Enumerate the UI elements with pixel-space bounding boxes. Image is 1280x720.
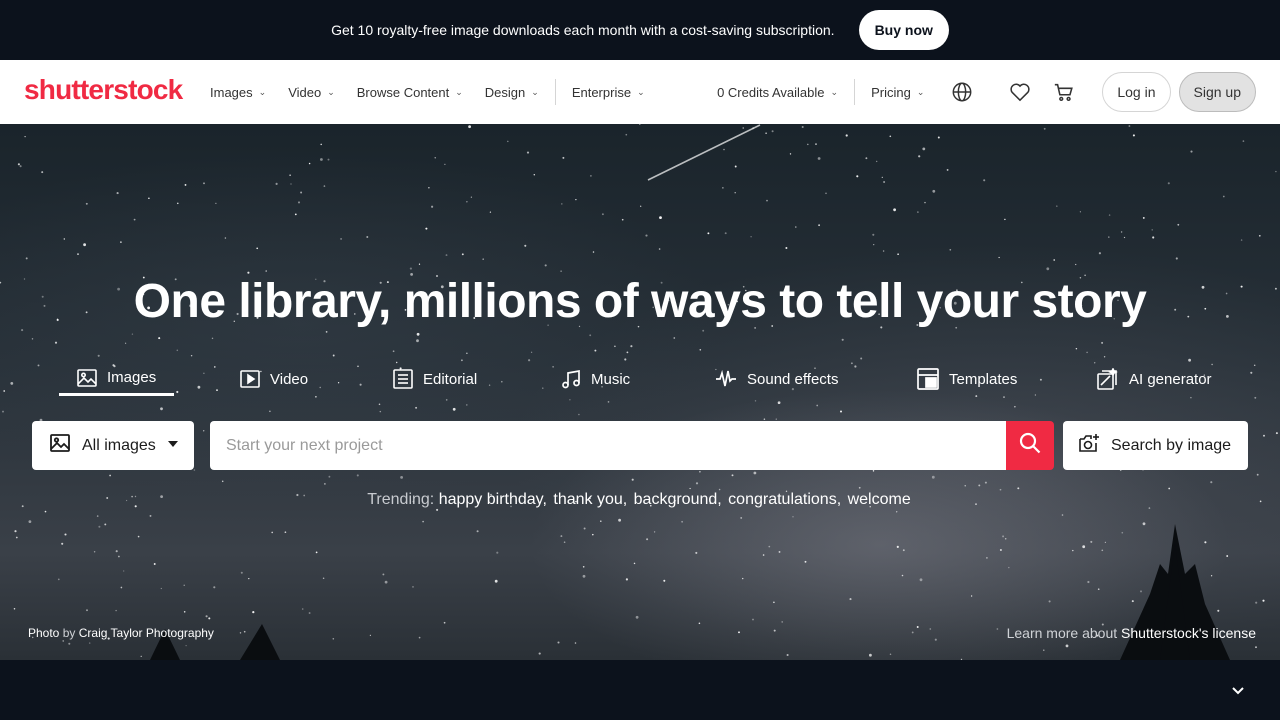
tab-music[interactable]: Music [561, 362, 630, 396]
globe-icon[interactable] [950, 80, 974, 104]
search-button[interactable] [1006, 421, 1054, 470]
tab-video-label: Video [270, 370, 309, 388]
tab-editorial-label: Editorial [423, 370, 478, 388]
promo-text: Get 10 royalty-free image downloads each… [331, 22, 835, 38]
login-button[interactable]: Log in [1102, 72, 1171, 112]
search-type-select[interactable]: All images [32, 421, 194, 470]
nav-images-label: Images [210, 84, 253, 100]
ai-generator-icon [1097, 368, 1119, 390]
photo-credit-prefix: Photo [28, 626, 60, 640]
main-nav: Images ⌄ Video ⌄ Browse Content ⌄ Design… [210, 60, 667, 124]
chevron-down-icon: ⌄ [830, 86, 839, 97]
tab-ai-generator[interactable]: AI generator [1097, 362, 1212, 396]
heart-icon[interactable] [1008, 80, 1032, 104]
nav-divider [554, 79, 556, 105]
chevron-down-icon: ⌄ [916, 86, 925, 97]
chevron-down-icon: ⌄ [531, 86, 539, 97]
image-icon [77, 368, 97, 387]
trending-term[interactable]: welcome [848, 491, 911, 508]
template-icon [917, 368, 939, 390]
search-input[interactable] [210, 421, 1007, 470]
hero-title: One library, millions of ways to tell yo… [133, 275, 1147, 328]
nav-design[interactable]: Design ⌄ [485, 85, 539, 100]
nav-images[interactable]: Images ⌄ [210, 85, 266, 100]
trending-term[interactable]: happy birthday, [439, 491, 547, 508]
search-by-image-label: Search by image [1111, 436, 1232, 454]
chevron-down-icon[interactable] [1230, 683, 1246, 699]
tab-images[interactable]: Images [59, 362, 175, 396]
photo-credit: Photo by Craig Taylor Photography [28, 626, 214, 640]
pricing-label: Pricing [871, 84, 911, 100]
buy-now-button[interactable]: Buy now [858, 10, 949, 50]
tab-templates-label: Templates [949, 370, 1018, 388]
newspaper-icon [393, 369, 413, 389]
camera-plus-icon [1079, 433, 1101, 458]
nav-browse-content[interactable]: Browse Content ⌄ [357, 85, 463, 100]
photo-credit-author[interactable]: Craig Taylor Photography [79, 626, 214, 640]
chevron-down-icon: ⌄ [455, 86, 463, 97]
nav-divider [854, 79, 856, 105]
search-type-label: All images [82, 436, 156, 454]
tab-images-label: Images [107, 369, 157, 386]
tab-music-label: Music [591, 370, 631, 388]
signup-button[interactable]: Sign up [1178, 72, 1256, 112]
trending-searches: Trending: happy birthday, thank you, bac… [0, 491, 1280, 509]
trending-term[interactable]: thank you, [553, 491, 627, 508]
license-link[interactable]: Shutterstock's license [1121, 625, 1256, 641]
waveform-icon [715, 369, 737, 389]
tab-sound-effects[interactable]: Sound effects [715, 362, 838, 396]
trending-label: Trending: [367, 491, 435, 508]
nav-design-label: Design [484, 84, 526, 100]
nav-browse-content-label: Browse Content [356, 84, 450, 100]
chevron-down-icon: ⌄ [258, 86, 267, 97]
bottom-bar [0, 660, 1280, 720]
nav-video[interactable]: Video ⌄ [288, 85, 335, 100]
nav-video-label: Video [288, 84, 322, 100]
site-header: shutterstock Images ⌄ Video ⌄ Browse Con… [0, 60, 1280, 124]
tab-video[interactable]: Video [240, 362, 308, 396]
search-bar: All images Search by image [0, 421, 1280, 471]
chevron-down-icon: ⌄ [637, 86, 645, 97]
tab-templates[interactable]: Templates [917, 362, 1017, 396]
hero-section: One library, millions of ways to tell yo… [0, 124, 1280, 660]
content-type-tabs: Images Video Editorial Music Sound effec… [0, 362, 1280, 402]
header-actions: 0 Credits Available ⌄ Pricing ⌄ Log in S… [717, 60, 1256, 124]
photo-credit-by: by [62, 626, 76, 640]
search-icon [1019, 432, 1041, 459]
license-prefix: Learn more about [1006, 625, 1118, 641]
tab-sound-effects-label: Sound effects [747, 370, 839, 388]
credits-label: 0 Credits Available [717, 84, 825, 100]
pricing-dropdown[interactable]: Pricing ⌄ [871, 85, 924, 100]
caret-down-icon [168, 441, 178, 447]
nav-enterprise[interactable]: Enterprise ⌄ [572, 85, 645, 100]
promo-banner: Get 10 royalty-free image downloads each… [0, 0, 1280, 60]
search-by-image-button[interactable]: Search by image [1063, 421, 1248, 470]
license-info: Learn more about Shutterstock's license [1007, 625, 1256, 641]
credits-dropdown[interactable]: 0 Credits Available ⌄ [717, 85, 838, 100]
chevron-down-icon: ⌄ [327, 86, 335, 97]
nav-enterprise-label: Enterprise [571, 84, 632, 100]
cart-icon[interactable] [1052, 80, 1076, 104]
tab-editorial[interactable]: Editorial [393, 362, 477, 396]
image-icon [50, 434, 70, 457]
video-play-icon [240, 370, 260, 388]
tab-ai-generator-label: AI generator [1129, 370, 1212, 388]
trending-term[interactable]: congratulations, [728, 491, 841, 508]
trending-term[interactable]: background, [634, 491, 722, 508]
music-note-icon [561, 369, 581, 389]
shutterstock-logo[interactable]: shutterstock [24, 74, 183, 106]
